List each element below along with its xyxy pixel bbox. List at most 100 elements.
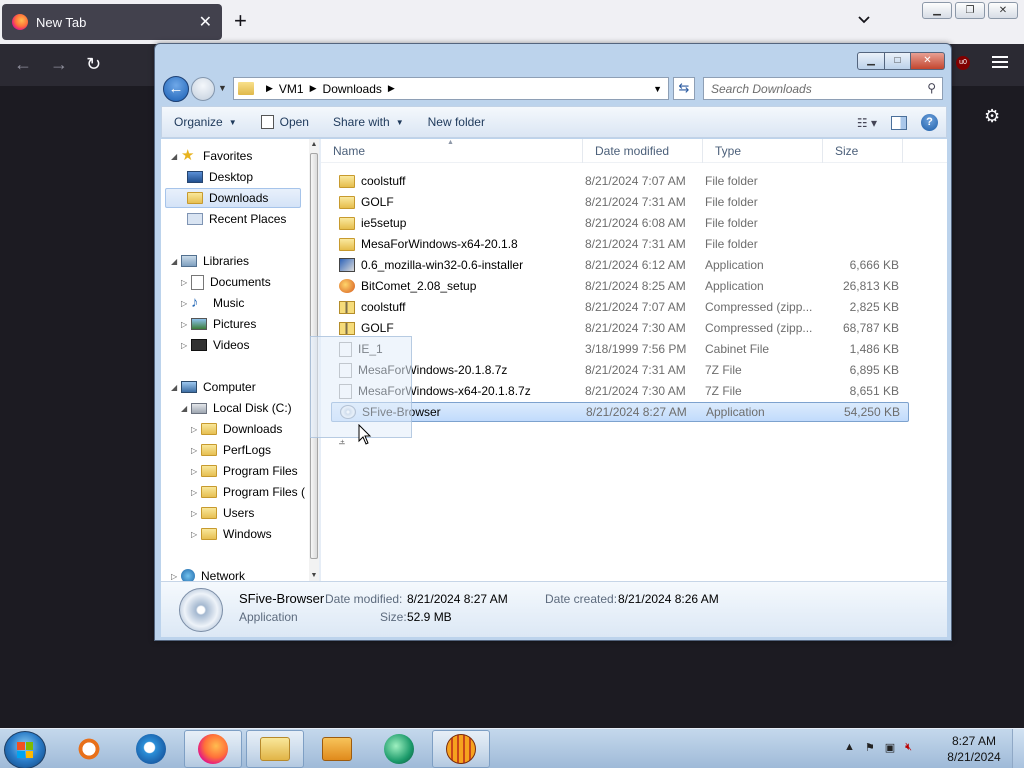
nav-videos[interactable]: ▷ Videos [181, 335, 249, 355]
gear-icon[interactable]: ⚙ [984, 106, 1000, 127]
taskbar-firefox[interactable] [184, 730, 242, 768]
forward-button[interactable] [191, 77, 215, 101]
search-input[interactable]: Search Downloads ⚲ [703, 77, 943, 100]
file-row[interactable]: coolstuff 8/21/2024 7:07 AM File folder [331, 171, 909, 191]
explorer-close-button[interactable]: ✕ [911, 52, 945, 70]
nav-program-files[interactable]: ▷ Program Files [191, 461, 298, 481]
breadcrumb-vm1[interactable]: VM1 [279, 82, 304, 96]
column-header-size[interactable]: Size [823, 139, 903, 163]
nav-pictures[interactable]: ▷ Pictures [181, 314, 256, 334]
expand-icon[interactable]: ▷ [191, 509, 201, 518]
file-row[interactable]: 0.6_mozilla-win32-0.6-installer 8/21/2024… [331, 255, 909, 275]
volume-muted-icon[interactable]: 🔇︎ [905, 741, 912, 754]
open-button[interactable]: Open [249, 107, 321, 137]
scroll-down-icon[interactable]: ▼ [309, 572, 319, 579]
list-all-tabs-icon[interactable] [856, 12, 872, 28]
back-button[interactable]: ← [163, 76, 189, 102]
nav-perflogs[interactable]: ▷ PerfLogs [191, 440, 271, 460]
new-tab-button[interactable]: + [234, 10, 247, 32]
forward-icon[interactable]: → [50, 54, 68, 74]
nav-music[interactable]: ▷ ♪ Music [181, 293, 244, 313]
organize-button[interactable]: Organize ▼ [162, 107, 249, 137]
expand-icon[interactable]: ▷ [181, 320, 191, 329]
nav-users[interactable]: ▷ Users [191, 503, 254, 523]
taskbar-media-player[interactable] [308, 730, 366, 768]
nav-program-files-x86[interactable]: ▷ Program Files ( [191, 482, 305, 502]
explorer-maximize-button[interactable]: □ [885, 52, 911, 70]
expand-icon[interactable]: ▷ [191, 488, 201, 497]
explorer-minimize-button[interactable]: ▁ [857, 52, 885, 70]
expand-icon[interactable]: ▷ [181, 299, 191, 308]
nav-favorites[interactable]: ◢ ★ Favorites [171, 146, 252, 166]
file-row[interactable]: MesaForWindows-20.1.8.7z 8/21/2024 7:31 A… [331, 360, 909, 380]
file-row[interactable]: ie5setup 8/21/2024 6:08 AM File folder [331, 213, 909, 233]
refresh-button[interactable]: ⇆ [673, 77, 695, 100]
nav-computer[interactable]: ◢ Computer [171, 377, 256, 397]
expand-icon[interactable]: ▷ [191, 530, 201, 539]
column-header-date-modified[interactable]: Date modified [583, 139, 703, 163]
close-tab-icon[interactable]: ✕ [199, 12, 212, 32]
taskbar-clock[interactable]: 8:27 AM 8/21/2024 [946, 733, 1002, 765]
taskbar-windows-explorer[interactable] [246, 730, 304, 768]
nav-desktop[interactable]: Desktop [187, 167, 253, 187]
share-with-button[interactable]: Share with ▼ [321, 107, 416, 137]
file-row[interactable]: MesaForWindows-x64-20.1.8 8/21/2024 7:31 … [331, 234, 909, 254]
expand-icon[interactable]: ▷ [181, 278, 191, 287]
taskbar-search-app[interactable] [60, 730, 118, 768]
expand-icon[interactable]: ▷ [171, 572, 181, 581]
back-icon[interactable]: ← [14, 54, 32, 74]
file-row[interactable]: BitComet_2.08_setup 8/21/2024 8:25 AM Appl… [331, 276, 909, 296]
search-icon[interactable]: ⚲ [927, 81, 936, 95]
hamburger-menu-icon[interactable] [992, 56, 1008, 71]
change-view-icon[interactable]: ☷ ▾ [857, 116, 877, 130]
breadcrumb-separator-icon[interactable]: ▶ [388, 83, 395, 94]
nav-network[interactable]: ▷ Network [171, 566, 245, 581]
show-desktop-button[interactable] [1012, 729, 1024, 768]
nav-downloads[interactable]: Downloads [165, 188, 301, 208]
file-row[interactable]: GOLF 8/21/2024 7:31 AM File folder [331, 192, 909, 212]
address-dropdown-icon[interactable]: ▼ [653, 84, 662, 94]
breadcrumb-separator-icon[interactable]: ▶ [310, 83, 317, 94]
expand-icon[interactable]: ▷ [181, 341, 191, 350]
taskbar-app-orange[interactable] [432, 730, 490, 768]
file-row[interactable]: GOLF 8/21/2024 7:30 AM Compressed (zipp...… [331, 318, 909, 338]
file-row[interactable]: MesaForWindows-x64-20.1.8.7z 8/21/2024 7:… [331, 381, 909, 401]
network-tray-icon[interactable]: ▣ [885, 741, 895, 754]
nav-libraries[interactable]: ◢ Libraries [171, 251, 249, 271]
browser-tab-new-tab[interactable]: New Tab ✕ [2, 4, 222, 40]
breadcrumb-downloads[interactable]: Downloads [323, 82, 382, 96]
file-row[interactable]: SFive-Browser8/21/2024 8:27 AMApplicatio… [331, 402, 909, 422]
reload-icon[interactable]: ↻ [86, 54, 101, 74]
show-hidden-icons-icon[interactable]: ▲ [844, 741, 855, 754]
help-icon[interactable]: ? [921, 114, 938, 131]
expand-icon[interactable]: ◢ [181, 404, 191, 413]
file-row[interactable]: coolstuff 8/21/2024 7:07 AM Compressed (zi… [331, 297, 909, 317]
recent-pages-chevron-icon[interactable]: ▼ [218, 83, 227, 93]
taskbar-internet-explorer[interactable] [122, 730, 180, 768]
expand-icon[interactable]: ▷ [191, 425, 201, 434]
ublock-icon[interactable]: u0 [956, 56, 970, 70]
breadcrumb-separator-icon[interactable]: ▶ [266, 83, 273, 94]
nav-recent-places[interactable]: Recent Places [187, 209, 286, 229]
expand-icon[interactable]: ▷ [191, 467, 201, 476]
expand-icon[interactable]: ◢ [171, 152, 181, 161]
nav-windows[interactable]: ▷ Windows [191, 524, 272, 544]
action-center-flag-icon[interactable]: ⚑ [865, 741, 875, 754]
restore-button[interactable]: ❐ [955, 2, 985, 19]
start-button[interactable] [4, 731, 46, 768]
preview-pane-icon[interactable] [891, 115, 907, 130]
column-header-type[interactable]: Type [703, 139, 823, 163]
expand-icon[interactable]: ▷ [191, 446, 201, 455]
nav-documents[interactable]: ▷ Documents [181, 272, 271, 292]
address-bar[interactable]: ▶ VM1 ▶ Downloads ▶ ▼ [233, 77, 669, 100]
expand-icon[interactable]: ◢ [171, 383, 181, 392]
scroll-up-icon[interactable]: ▲ [309, 141, 319, 148]
file-row[interactable]: IE_13/18/1999 7:56 PMCabinet File1,486 K… [331, 339, 909, 359]
expand-icon[interactable]: ◢ [171, 257, 181, 266]
nav-c-downloads[interactable]: ▷ Downloads [191, 419, 282, 439]
close-window-button[interactable]: ✕ [988, 2, 1018, 19]
new-folder-button[interactable]: New folder [416, 107, 497, 137]
taskbar-app-green[interactable] [370, 730, 428, 768]
minimize-button[interactable]: ▁ [922, 2, 952, 19]
nav-local-disk[interactable]: ◢ Local Disk (C:) [181, 398, 292, 418]
